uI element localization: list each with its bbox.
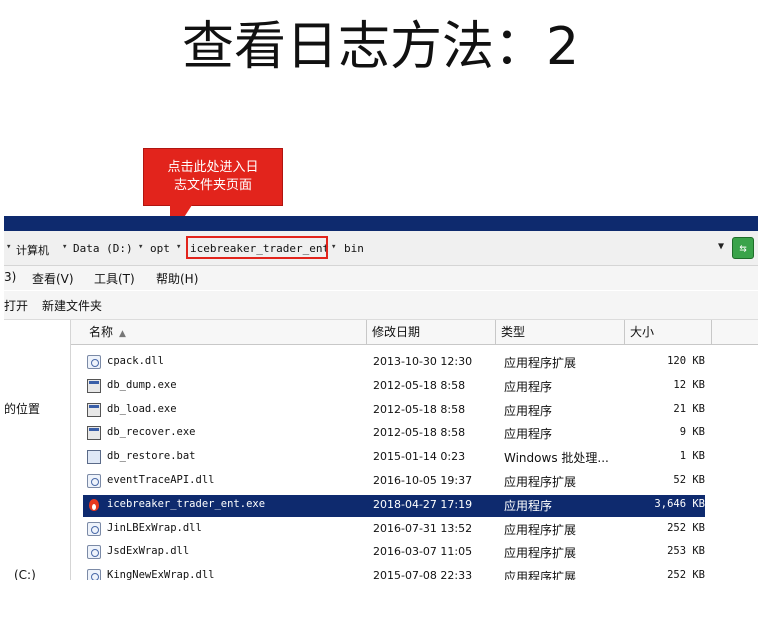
new-folder-button[interactable]: 新建文件夹: [42, 297, 102, 314]
file-name: db_recover.exe: [107, 426, 196, 439]
file-name: icebreaker_trader_ent.exe: [107, 497, 266, 510]
exe-icon: [87, 378, 101, 393]
table-row[interactable]: KingNewExWrap.dll 2015-07-08 22:33 应用程序扩展 2…: [83, 566, 705, 580]
app-flame-icon: [87, 498, 101, 512]
breadcrumb-arrow-icon[interactable]: ▾: [138, 242, 143, 252]
table-row[interactable]: db_dump.exe 2012-05-18 8:58 应用程序 12 KB: [83, 376, 705, 398]
command-toolbar: 打开 新建文件夹: [4, 291, 758, 320]
file-name: KingNewExWrap.dll: [107, 569, 215, 580]
file-size: 52 KB: [673, 474, 705, 486]
file-name: db_restore.bat: [107, 450, 196, 463]
breadcrumb-drive[interactable]: Data (D:): [73, 242, 133, 255]
column-header: 名称 ▲ 修改日期 类型 大小: [71, 320, 758, 345]
file-size: 12 KB: [673, 378, 705, 391]
file-type: 应用程序扩展: [504, 475, 577, 489]
menu-file[interactable]: 3): [4, 270, 16, 284]
dll-icon: [87, 355, 101, 369]
file-size: 21 KB: [673, 402, 705, 415]
file-modified: 2012-05-18 8:58: [373, 378, 466, 392]
file-size: 120 KB: [667, 355, 705, 367]
file-modified: 2016-07-31 13:52: [373, 521, 473, 535]
breadcrumb-arrow-icon[interactable]: ▾: [331, 242, 336, 252]
file-size: 3,646 KB: [654, 497, 705, 510]
breadcrumb-computer[interactable]: 计算机: [16, 242, 49, 258]
file-explorer-window: ▾ 计算机 ▾ Data (D:) ▾ opt ▾ icebreaker_tra…: [4, 216, 758, 580]
sort-ascending-icon: ▲: [119, 329, 126, 339]
table-row[interactable]: JsdExWrap.dll 2016-03-07 11:05 应用程序扩展 253 K…: [83, 542, 705, 564]
callout-line-2: 志文件夹页面: [173, 178, 252, 193]
table-row[interactable]: db_restore.bat 2015-01-14 0:23 Windows 批处理…: [83, 447, 705, 469]
file-size: 252 KB: [667, 569, 705, 580]
file-modified: 2016-10-05 19:37: [373, 474, 473, 487]
menu-help[interactable]: 帮助(H): [156, 270, 198, 287]
navigation-pane: 的位置 (C:): [4, 320, 71, 580]
file-name: cpack.dll: [107, 355, 164, 367]
table-row[interactable]: JinLBExWrap.dll 2016-07-31 13:52 应用程序扩展 252…: [83, 519, 705, 541]
file-name: db_dump.exe: [107, 378, 177, 391]
file-modified: 2015-01-14 0:23: [373, 450, 466, 464]
file-type: 应用程序: [504, 403, 553, 418]
file-modified: 2015-07-08 22:33: [373, 569, 473, 580]
file-size: 9 KB: [679, 426, 705, 439]
refresh-icon[interactable]: ⇆: [732, 237, 754, 259]
menu-tools[interactable]: 工具(T): [94, 270, 135, 287]
file-name: eventTraceAPI.dll: [107, 474, 215, 486]
column-modified[interactable]: 修改日期: [367, 320, 496, 344]
breadcrumb-bin[interactable]: bin: [344, 242, 364, 255]
dll-icon: [87, 569, 101, 580]
table-row[interactable]: eventTraceAPI.dll 2016-10-05 19:37 应用程序扩展 5…: [83, 471, 705, 493]
breadcrumb-opt[interactable]: opt: [150, 242, 170, 255]
breadcrumb-arrow-icon[interactable]: ▾: [6, 242, 11, 252]
dll-icon: [87, 545, 101, 560]
callout-box: 点击此处进入日 志文件夹页面: [143, 148, 283, 206]
file-size: 252 KB: [667, 521, 705, 534]
nav-item-recent-places[interactable]: 的位置: [4, 400, 40, 417]
file-modified: 2012-05-18 8:58: [373, 426, 466, 440]
file-name: JinLBExWrap.dll: [107, 521, 202, 534]
file-name: JsdExWrap.dll: [107, 545, 190, 558]
dll-icon: [87, 521, 101, 536]
file-size: 1 KB: [679, 450, 705, 463]
menu-bar: 3) 查看(V) 工具(T) 帮助(H): [4, 266, 758, 290]
bat-icon: [87, 450, 101, 465]
address-bar[interactable]: ▾ 计算机 ▾ Data (D:) ▾ opt ▾ icebreaker_tra…: [4, 231, 758, 266]
column-name[interactable]: 名称 ▲: [71, 320, 367, 344]
file-modified: 2018-04-27 17:19: [373, 497, 473, 511]
column-type[interactable]: 类型: [496, 320, 625, 344]
menu-view[interactable]: 查看(V): [32, 270, 74, 287]
file-type: 应用程序扩展: [504, 546, 577, 561]
exe-icon: [87, 402, 101, 417]
callout-line-1: 点击此处进入日: [167, 160, 259, 175]
table-row[interactable]: db_recover.exe 2012-05-18 8:58 应用程序 9 KB: [83, 423, 705, 445]
window-titlebar: [4, 216, 758, 231]
file-modified: 2016-03-07 11:05: [373, 545, 473, 559]
table-row-selected[interactable]: icebreaker_trader_ent.exe 2018-04-27 17:1…: [83, 494, 705, 517]
file-modified: 2012-05-18 8:58: [373, 402, 466, 416]
file-type: 应用程序: [504, 379, 553, 394]
open-button[interactable]: 打开: [4, 297, 28, 314]
breadcrumb-arrow-icon[interactable]: ▾: [62, 242, 67, 252]
file-type: 应用程序: [504, 498, 553, 513]
file-size: 253 KB: [667, 545, 705, 558]
file-type: 应用程序扩展: [504, 570, 577, 580]
file-type: Windows 批处理...: [504, 451, 609, 466]
table-row[interactable]: db_load.exe 2012-05-18 8:58 应用程序 21 KB: [83, 400, 705, 422]
highlight-box: [186, 236, 328, 259]
nav-item-drive-c[interactable]: (C:): [14, 568, 36, 580]
file-modified: 2013-10-30 12:30: [373, 355, 473, 368]
dll-icon: [87, 474, 101, 488]
file-type: 应用程序扩展: [504, 356, 577, 370]
breadcrumb-arrow-icon[interactable]: ▾: [176, 242, 181, 252]
exe-icon: [87, 426, 101, 441]
column-size[interactable]: 大小: [625, 320, 712, 344]
file-type: 应用程序: [504, 427, 553, 442]
slide-title: 查看日志方法：2: [181, 17, 580, 77]
file-type: 应用程序扩展: [504, 522, 577, 537]
table-row[interactable]: cpack.dll 2013-10-30 12:30 应用程序扩展 120 KB: [83, 352, 705, 374]
file-name: db_load.exe: [107, 402, 177, 415]
address-dropdown-icon[interactable]: ▼: [718, 241, 724, 252]
